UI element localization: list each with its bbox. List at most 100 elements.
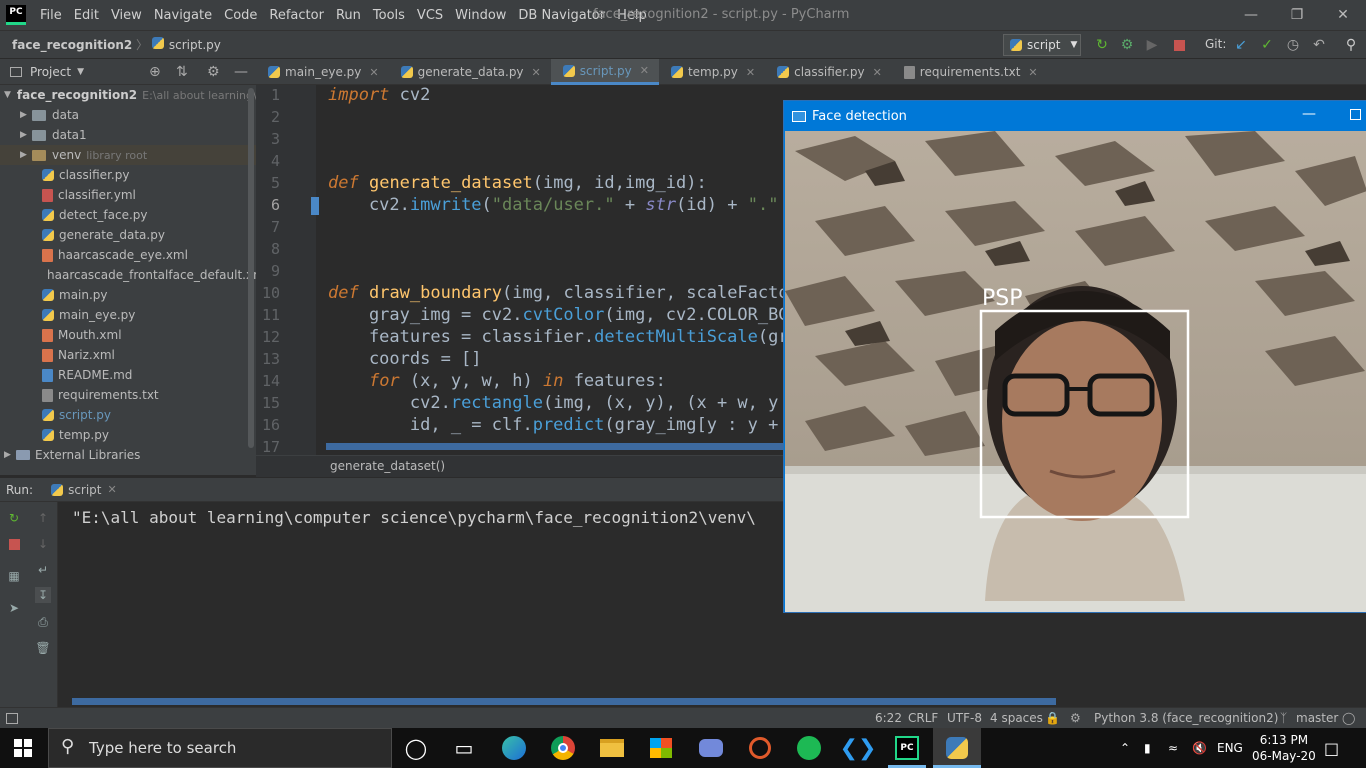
tab-temp[interactable]: temp.py ✕ [659, 59, 765, 85]
pycharm-taskbar-icon[interactable]: PC [893, 734, 921, 762]
store-icon[interactable] [647, 734, 675, 762]
collapse-all-icon[interactable]: ⇅ [176, 64, 188, 80]
stop-icon[interactable] [1170, 36, 1188, 54]
breadcrumb-project[interactable]: face_recognition2 [12, 38, 132, 52]
expand-arrow-icon[interactable]: ▶ [20, 110, 32, 120]
python-interpreter[interactable]: Python 3.8 (face_recognition2) [1094, 711, 1278, 725]
project-title[interactable]: Project [30, 65, 71, 79]
vscode-icon[interactable]: ❮❯ [840, 734, 877, 762]
tab-main-eye[interactable]: main_eye.py ✕ [256, 59, 389, 85]
rerun-icon[interactable]: ↻ [1093, 36, 1111, 54]
expand-arrow-icon[interactable]: ▶ [20, 150, 32, 160]
tree-item-main-eye[interactable]: main_eye.py [0, 305, 256, 325]
lock-icon[interactable]: 🔒 [1045, 711, 1060, 725]
language-indicator[interactable]: ENG [1217, 728, 1243, 768]
file-encoding[interactable]: UTF-8 [947, 711, 982, 725]
edge-icon[interactable] [500, 734, 528, 762]
indent-setting[interactable]: 4 spaces [990, 711, 1043, 725]
menu-run[interactable]: Run [330, 8, 367, 23]
git-update-icon[interactable]: ↙ [1232, 36, 1250, 54]
editor-hscrollbar[interactable] [326, 443, 786, 450]
restore-button[interactable]: ❐ [1274, 0, 1320, 30]
tree-item-detect-face[interactable]: detect_face.py [0, 205, 256, 225]
close-tab-icon[interactable]: ✕ [640, 64, 649, 77]
battery-icon[interactable]: ▮ [1144, 728, 1151, 768]
rollback-icon[interactable]: ↶ [1310, 36, 1328, 54]
breadcrumb-file[interactable]: script.py [169, 38, 221, 52]
task-view-icon[interactable]: ▭ [450, 734, 478, 762]
discord-icon[interactable] [697, 734, 725, 762]
history-icon[interactable]: ◷ [1284, 36, 1302, 54]
tab-script[interactable]: script.py ✕ [550, 59, 659, 85]
menu-refactor[interactable]: Refactor [263, 8, 330, 23]
close-tab-icon[interactable]: ✕ [873, 66, 882, 79]
menu-view[interactable]: View [105, 8, 148, 23]
minimize-button[interactable]: — [1302, 106, 1316, 122]
search-everywhere-icon[interactable]: ⚲ [1342, 36, 1360, 54]
spotify-icon[interactable] [795, 734, 823, 762]
tree-item-classifier-yml[interactable]: classifier.yml [0, 185, 256, 205]
editor-breadcrumb[interactable]: generate_dataset() [256, 455, 786, 477]
tree-root[interactable]: ▼ face_recognition2 E:\all about learning… [0, 85, 256, 105]
arrow-down-icon[interactable]: ↓ [35, 536, 51, 552]
console-hscrollbar[interactable] [72, 698, 1056, 705]
minimize-button[interactable]: — [1228, 0, 1274, 30]
panel-toggle-icon[interactable] [6, 713, 18, 724]
close-tab-icon[interactable]: ✕ [369, 66, 378, 79]
close-button[interactable]: ✕ [1320, 0, 1366, 30]
tree-item-script[interactable]: script.py [0, 405, 256, 425]
rerun-icon[interactable]: ↻ [6, 510, 22, 526]
debug-icon[interactable]: ⚙ [1118, 36, 1136, 54]
tree-item-classifier-py[interactable]: classifier.py [0, 165, 256, 185]
tree-external-libraries[interactable]: ▶ External Libraries [0, 445, 256, 465]
menu-navigate[interactable]: Navigate [148, 8, 218, 23]
media-player-icon[interactable] [746, 734, 774, 762]
arrow-up-icon[interactable]: ↑ [35, 510, 51, 526]
expand-arrow-icon[interactable]: ▼ [4, 90, 11, 100]
menu-vcs[interactable]: VCS [411, 8, 449, 23]
tree-item-venv[interactable]: ▶ venv library root [0, 145, 256, 165]
menu-window[interactable]: Window [449, 8, 512, 23]
wifi-icon[interactable]: ≈ [1168, 728, 1178, 768]
file-explorer-icon[interactable] [598, 734, 626, 762]
expand-arrow-icon[interactable]: ▶ [20, 130, 32, 140]
print-icon[interactable]: ⎙ [35, 614, 51, 630]
show-hidden-icons[interactable]: ⌃ [1120, 728, 1130, 768]
close-tab-icon[interactable]: ✕ [532, 66, 541, 79]
run-config-select[interactable]: script ▼ [1003, 34, 1081, 56]
close-tab-icon[interactable]: ✕ [1028, 66, 1037, 79]
system-clock[interactable]: 6:13 PM 06-May-20 [1252, 728, 1316, 768]
tree-item-data1[interactable]: ▶ data1 [0, 125, 256, 145]
coverage-icon[interactable]: ▶ [1143, 36, 1161, 54]
menu-file[interactable]: File [34, 8, 68, 23]
tree-item-main[interactable]: main.py [0, 285, 256, 305]
tree-item-data[interactable]: ▶ data [0, 105, 256, 125]
menu-edit[interactable]: Edit [68, 8, 105, 23]
line-separator[interactable]: CRLF [908, 711, 938, 725]
tree-item-readme[interactable]: README.md [0, 365, 256, 385]
chevron-down-icon[interactable]: ▼ [77, 67, 84, 77]
menu-code[interactable]: Code [218, 8, 263, 23]
gear-icon[interactable]: ⚙ [207, 64, 220, 80]
hide-panel-icon[interactable]: — [234, 64, 248, 80]
expand-arrow-icon[interactable]: ▶ [4, 450, 16, 460]
tab-requirements[interactable]: requirements.txt ✕ [892, 59, 1048, 85]
code-editor[interactable]: 1 2 3 4 5 6 7 8 9 10 11 12 13 14 15 16 1… [256, 85, 786, 455]
close-tab-icon[interactable]: ✕ [746, 66, 755, 79]
face-detection-window[interactable]: Face detection — PSP [783, 100, 1366, 613]
locate-icon[interactable]: ⊕ [149, 64, 161, 80]
python-icon[interactable] [943, 734, 971, 762]
tree-item-haarcascade-face[interactable]: haarcascade_frontalface_default.xml [0, 265, 256, 285]
tree-item-temp[interactable]: temp.py [0, 425, 256, 445]
soft-wrap-icon[interactable]: ↵ [35, 562, 51, 578]
console-output[interactable]: "E:\all about learning\computer science\… [72, 508, 756, 527]
project-scrollbar[interactable] [248, 88, 254, 448]
volume-mute-icon[interactable]: 🔇 [1192, 728, 1207, 768]
taskbar-search-box[interactable]: ⚲ Type here to search [48, 728, 392, 768]
stop-icon[interactable] [6, 536, 22, 552]
tab-generate-data[interactable]: generate_data.py ✕ [389, 59, 551, 85]
tree-item-nariz[interactable]: Nariz.xml [0, 345, 256, 365]
chrome-icon[interactable] [549, 734, 577, 762]
face-window-titlebar[interactable]: Face detection — [784, 101, 1366, 131]
git-branch[interactable]: master [1296, 711, 1338, 725]
